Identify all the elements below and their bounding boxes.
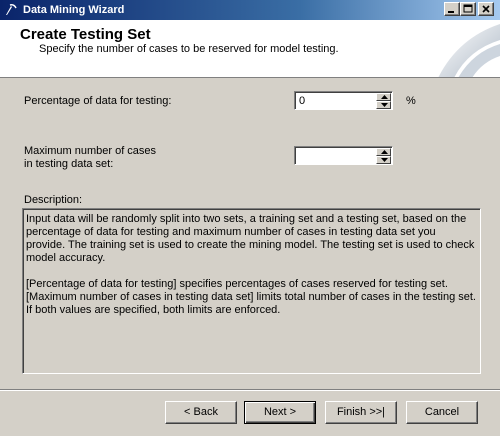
max-cases-label-line1: Maximum number of cases [24,145,157,157]
window-title: Data Mining Wizard [23,4,125,16]
max-cases-input[interactable] [297,149,375,163]
arrow-down-icon [381,158,388,162]
footer-divider-highlight [0,390,500,391]
maximize-icon [463,4,473,13]
max-cases-label-line2: in testing data set: [24,158,114,170]
maximize-button[interactable] [460,2,476,16]
page-subtitle: Specify the number of cases to be reserv… [39,43,339,55]
percentage-stepper[interactable] [294,91,393,110]
close-icon [482,5,490,13]
percentage-unit: % [406,95,416,107]
percentage-up-button[interactable] [376,93,391,101]
finish-button[interactable]: Finish >>| [325,401,397,424]
max-cases-spin-buttons[interactable] [376,148,391,164]
minimize-button[interactable] [444,2,460,16]
arrow-up-icon [381,95,388,99]
percentage-spin-buttons[interactable] [376,93,391,109]
percentage-label: Percentage of data for testing: [24,95,172,107]
title-bar[interactable]: Data Mining Wizard [0,0,500,20]
description-text: Input data will be randomly split into t… [26,213,476,316]
app-icon [6,4,17,15]
next-button[interactable]: Next > [244,401,316,424]
description-box[interactable]: Input data will be randomly split into t… [22,208,481,374]
percentage-input[interactable] [297,94,375,108]
percentage-down-button[interactable] [376,101,391,109]
max-cases-up-button[interactable] [376,148,391,156]
max-cases-down-button[interactable] [376,156,391,164]
wizard-header: Create Testing Set Specify the number of… [0,20,500,78]
minimize-icon [448,11,454,13]
max-cases-stepper[interactable] [294,146,393,165]
back-button[interactable]: < Back [165,401,237,424]
page-title: Create Testing Set [20,26,151,43]
description-label: Description: [24,194,83,206]
close-button[interactable] [478,2,494,16]
cancel-button[interactable]: Cancel [406,401,478,424]
arrow-up-icon [381,150,388,154]
wizard-window: Data Mining Wizard Create Testing Set Sp… [0,0,500,436]
wizard-logo-icon [438,24,500,77]
arrow-down-icon [381,103,388,107]
